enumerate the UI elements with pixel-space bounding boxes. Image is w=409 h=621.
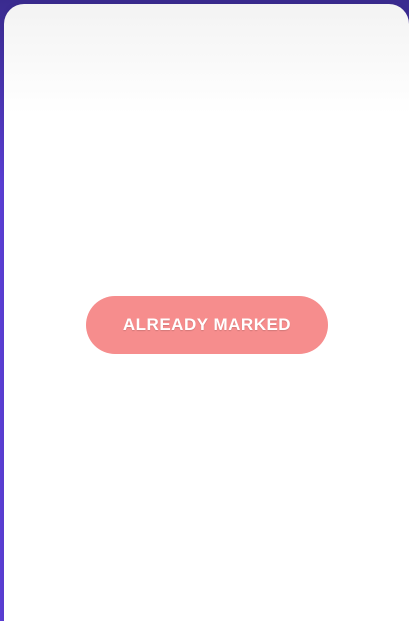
already-marked-button[interactable]: ALREADY MARKED xyxy=(86,296,328,354)
